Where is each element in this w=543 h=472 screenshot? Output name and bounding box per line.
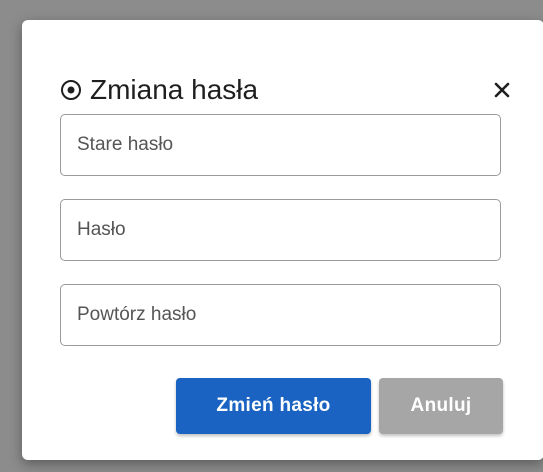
- change-password-button[interactable]: Zmień hasło: [176, 378, 371, 434]
- new-password-input[interactable]: [60, 199, 501, 261]
- dialog-header: Zmiana hasła: [60, 72, 514, 112]
- change-password-dialog: Zmiana hasła Zmień hasło Anuluj: [22, 20, 543, 460]
- cancel-button[interactable]: Anuluj: [379, 378, 503, 434]
- close-icon[interactable]: [490, 78, 514, 102]
- repeat-password-input[interactable]: [60, 284, 501, 346]
- dialog-title: Zmiana hasła: [90, 74, 259, 105]
- old-password-input[interactable]: [60, 114, 501, 176]
- radio-target-icon: [60, 79, 82, 101]
